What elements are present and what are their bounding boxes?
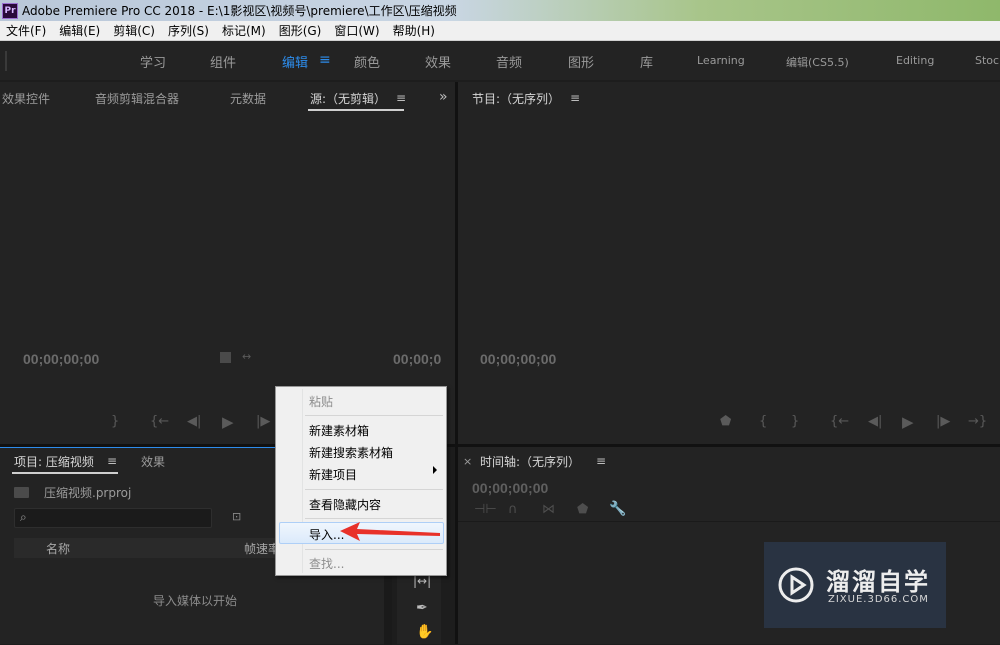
source-timecode-right[interactable]: 00;00;0 (393, 351, 441, 367)
menu-graphics[interactable]: 图形(G) (273, 22, 329, 39)
project-folder-icon (14, 487, 29, 498)
tab-metadata[interactable]: 元数据 (230, 90, 266, 107)
timeline-header-divider (458, 521, 1000, 522)
tab-project[interactable]: 项目: 压缩视频 (14, 453, 94, 470)
window-title: Adobe Premiere Pro CC 2018 - E:\1影视区\视频号… (22, 4, 457, 18)
watermark-brand: 溜溜自学 (826, 568, 930, 596)
go-to-out-icon-program[interactable]: →} (968, 414, 987, 429)
window-titlebar: Pr Adobe Premiere Pro CC 2018 - E:\1影视区\… (0, 0, 1000, 21)
workspace-tab-editing[interactable]: 编辑 (282, 52, 308, 71)
mark-in-icon[interactable]: { (759, 414, 767, 429)
nest-toggle-icon[interactable]: ⊣⊢ (474, 502, 497, 517)
project-panel-menu-icon[interactable]: ≡ (107, 454, 117, 468)
menu-sequence[interactable]: 序列(S) (162, 22, 216, 39)
snap-icon[interactable]: ∩ (508, 502, 518, 517)
context-menu-separator (305, 549, 443, 550)
new-search-bin-icon[interactable]: ⊡ (232, 510, 241, 523)
step-back-icon[interactable]: ◀| (187, 414, 201, 429)
workspace-tab-audio[interactable]: 音频 (496, 52, 522, 71)
source-timecode-left[interactable]: 00;00;00;00 (23, 351, 99, 367)
tab-effects[interactable]: 效果 (141, 453, 165, 470)
project-tab-underline (12, 472, 118, 474)
premiere-app-icon: Pr (2, 2, 18, 19)
program-panel-menu-icon[interactable]: ≡ (570, 91, 580, 105)
menu-edit[interactable]: 编辑(E) (53, 22, 107, 39)
search-icon: ⌕ (20, 510, 27, 524)
project-context-menu: 粘贴 新建素材箱 新建搜索素材箱 新建项目 查看隐藏内容 导入... 查找... (275, 386, 447, 576)
pen-tool-icon[interactable]: ✒ (416, 600, 428, 616)
context-menu-new-search-bin[interactable]: 新建搜索素材箱 (309, 444, 393, 461)
annotation-arrow-shape (340, 522, 440, 541)
drag-video-icon[interactable] (220, 352, 231, 363)
wrench-icon[interactable]: 🔧 (609, 501, 626, 517)
submenu-arrow-icon (433, 466, 437, 474)
menu-markers[interactable]: 标记(M) (216, 22, 273, 39)
watermark-url: ZIXUE.3D66.COM (828, 594, 929, 605)
workspace-bar: 学习 组件 编辑 ≡ 颜色 效果 音频 图形 库 Learning 编辑(CS5… (0, 41, 1000, 80)
source-panel-menu-icon[interactable]: ≡ (396, 91, 406, 105)
drag-audio-icon[interactable]: ↔ (242, 350, 251, 363)
menu-bar: 文件(F) 编辑(E) 剪辑(C) 序列(S) 标记(M) 图形(G) 窗口(W… (0, 21, 1000, 41)
watermark-logo: 溜溜自学 ZIXUE.3D66.COM (764, 542, 946, 628)
mark-out-icon-program[interactable]: } (791, 414, 799, 429)
hand-tool-icon[interactable]: ✋ (416, 624, 433, 640)
tools-panel: |↔| ✒ ✋ (397, 568, 441, 644)
context-menu-separator (305, 415, 443, 416)
context-menu-separator (305, 518, 443, 519)
project-search-input[interactable]: ⌕ (14, 508, 212, 528)
context-menu-separator (305, 489, 443, 490)
workspace-tab-color[interactable]: 颜色 (354, 52, 380, 71)
column-name[interactable]: 名称 (46, 540, 70, 557)
linked-selection-icon[interactable]: ⋈ (542, 502, 555, 517)
program-timecode[interactable]: 00;00;00;00 (480, 351, 556, 367)
add-marker-icon-timeline[interactable]: ⬟ (577, 502, 588, 517)
step-forward-icon-program[interactable]: |▶ (936, 414, 950, 429)
play-icon-program[interactable]: ▶ (902, 413, 914, 431)
go-to-in-icon-program[interactable]: {← (830, 414, 849, 429)
go-to-in-icon[interactable]: {← (150, 414, 169, 429)
step-back-icon-program[interactable]: ◀| (868, 414, 882, 429)
menu-help[interactable]: 帮助(H) (387, 22, 442, 39)
tab-source[interactable]: 源:（无剪辑） (310, 90, 386, 107)
context-menu-gutter (302, 389, 303, 573)
menu-file[interactable]: 文件(F) (0, 22, 53, 39)
play-icon[interactable]: ▶ (222, 413, 234, 431)
project-file-name: 压缩视频.prproj (44, 486, 132, 500)
panel-overflow-icon[interactable]: » (439, 89, 448, 105)
context-menu-paste[interactable]: 粘贴 (309, 393, 333, 410)
context-menu-new-item[interactable]: 新建项目 (309, 466, 357, 483)
tab-program[interactable]: 节目:（无序列） (472, 90, 560, 107)
workspace-tab-learn[interactable]: 学习 (140, 52, 166, 71)
workspace-tab-editing-cs55[interactable]: 编辑(CS5.5) (786, 54, 849, 70)
tab-effect-controls[interactable]: 效果控件 (2, 90, 50, 107)
slip-tool-icon[interactable]: |↔| (413, 574, 431, 588)
workspace-tab-libraries[interactable]: 库 (640, 52, 653, 71)
workspace-menu-icon[interactable]: ≡ (319, 52, 331, 68)
context-menu-view-hidden[interactable]: 查看隐藏内容 (309, 496, 381, 513)
annotation-arrow-icon (340, 522, 440, 541)
workspace-tab-graphics[interactable]: 图形 (568, 52, 594, 71)
workspace-tab-assembly[interactable]: 组件 (210, 52, 236, 71)
add-marker-icon[interactable]: ⬟ (720, 414, 731, 429)
menu-window[interactable]: 窗口(W) (328, 22, 386, 39)
context-menu-find[interactable]: 查找... (309, 555, 344, 572)
context-menu-new-bin[interactable]: 新建素材箱 (309, 422, 369, 439)
timeline-close-icon[interactable]: × (463, 455, 472, 468)
timeline-timecode[interactable]: 00;00;00;00 (472, 480, 548, 496)
workspace-tab-learning[interactable]: Learning (697, 54, 745, 67)
mark-out-icon[interactable]: } (111, 414, 119, 429)
workspace-tab-editing-en[interactable]: Editing (896, 54, 934, 67)
workspace-grip[interactable] (5, 51, 7, 71)
active-tab-underline (308, 109, 404, 111)
tab-timeline[interactable]: 时间轴:（无序列） (480, 453, 580, 470)
watermark-play-icon (778, 567, 814, 603)
timeline-panel-menu-icon[interactable]: ≡ (596, 454, 606, 468)
program-monitor-panel: 节目:（无序列） ≡ 00;00;00;00 ⬟ { } {← ◀| ▶ |▶ … (458, 82, 1000, 444)
workspace-tab-stock[interactable]: Stock (975, 54, 1000, 67)
step-forward-icon[interactable]: |▶ (256, 414, 270, 429)
project-empty-message[interactable]: 导入媒体以开始 (153, 592, 237, 609)
menu-clip[interactable]: 剪辑(C) (107, 22, 162, 39)
workspace-tab-effects[interactable]: 效果 (425, 52, 451, 71)
tab-audio-clip-mixer[interactable]: 音频剪辑混合器 (95, 90, 179, 107)
